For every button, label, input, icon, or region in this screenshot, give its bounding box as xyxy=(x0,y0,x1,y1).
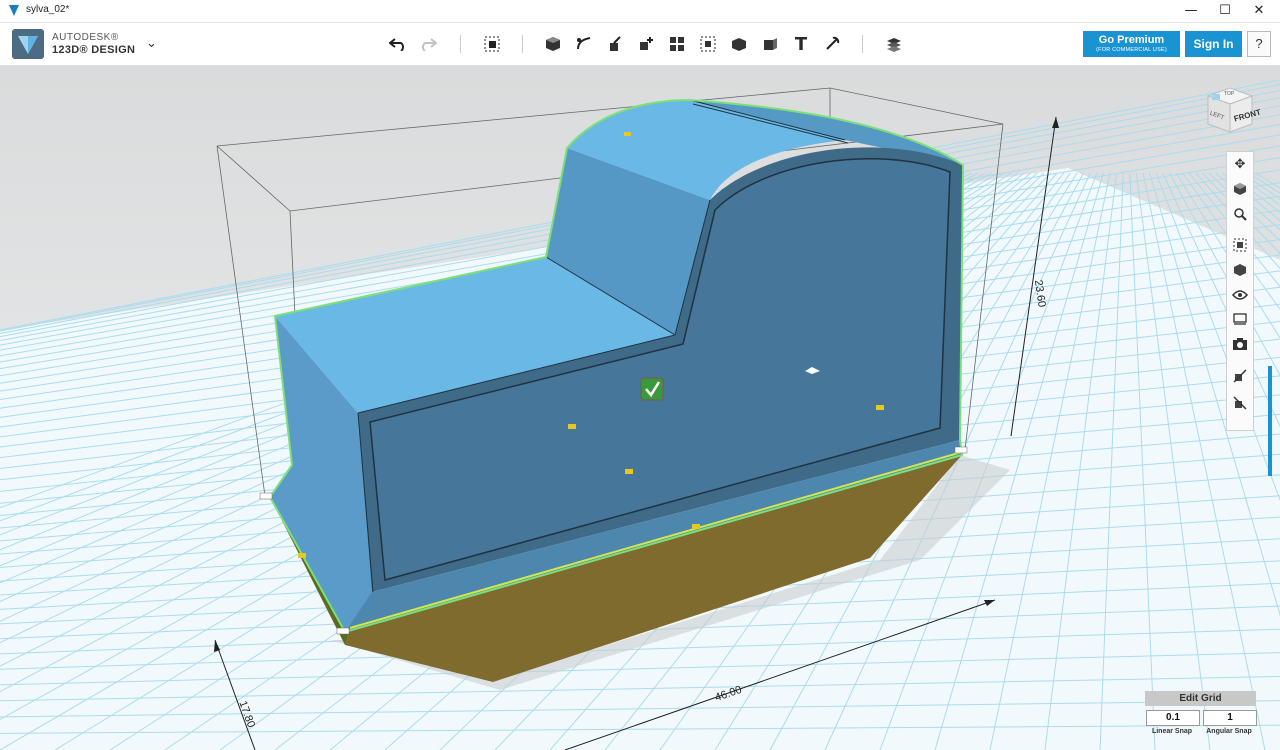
go-premium-label: Go Premium xyxy=(1098,34,1165,46)
fit-icon[interactable] xyxy=(1227,234,1253,256)
app-menu-chevron-icon[interactable]: ⌄ xyxy=(146,35,157,51)
confirm-check-icon[interactable] xyxy=(640,377,664,401)
window-title: sylva_02* xyxy=(26,4,70,15)
redo-icon[interactable] xyxy=(416,32,440,56)
close-button[interactable]: ✕ xyxy=(1242,0,1276,22)
edit-grid-button[interactable]: Edit Grid xyxy=(1145,691,1256,706)
primitives-icon[interactable] xyxy=(541,32,565,56)
toolbar-separator xyxy=(460,35,461,53)
go-premium-sublabel: (FOR COMMERCIAL USE) xyxy=(1096,47,1167,53)
text-icon[interactable]: T xyxy=(789,32,813,56)
main-toolbar: AUTODESK® 123D® DESIGN ⌄ T Go Premium (F… xyxy=(0,23,1280,66)
navigation-bar: ✥ xyxy=(1226,151,1254,431)
app-small-logo-icon xyxy=(9,5,19,16)
linear-snap-label: Linear Snap xyxy=(1151,728,1193,735)
modify-icon[interactable] xyxy=(634,32,658,56)
transform-icon[interactable] xyxy=(480,32,504,56)
brand-product: 123D® DESIGN xyxy=(52,44,136,56)
view-cube[interactable]: FRONT LEFT TOP xyxy=(1200,80,1260,138)
3d-viewport[interactable]: 23.60 46.00 17.80 FRONT LEFT TOP ✥ Edit … xyxy=(0,66,1280,750)
go-premium-button[interactable]: Go Premium (FOR COMMERCIAL USE) xyxy=(1083,31,1180,57)
minimize-button[interactable]: — xyxy=(1174,0,1208,22)
pattern-icon[interactable] xyxy=(665,32,689,56)
grid-settings-panel: Edit Grid 0.1 1 Linear Snap Angular Snap xyxy=(1144,690,1258,746)
visibility-icon[interactable] xyxy=(1227,284,1253,306)
toolbar-separator xyxy=(522,35,523,53)
maximize-button[interactable]: ☐ xyxy=(1208,0,1242,22)
viewcube-corner-highlight xyxy=(1212,94,1220,100)
hide-icon[interactable] xyxy=(1227,392,1253,414)
snap-grid-icon[interactable] xyxy=(1227,365,1253,387)
panel-toggle-handle[interactable] xyxy=(1268,366,1272,476)
sketch-icon[interactable] xyxy=(572,32,596,56)
undo-icon[interactable] xyxy=(386,32,410,56)
orbit-icon[interactable] xyxy=(1227,178,1253,200)
help-button[interactable]: ? xyxy=(1247,31,1271,57)
title-bar: sylva_02* — ☐ ✕ xyxy=(0,0,1280,23)
construct-icon[interactable] xyxy=(603,32,627,56)
sign-in-button[interactable]: Sign In xyxy=(1185,31,1242,57)
scene-canvas: 23.60 46.00 17.80 xyxy=(0,66,1280,750)
angular-snap-label: Angular Snap xyxy=(1206,728,1252,735)
view-icon[interactable] xyxy=(1227,259,1253,281)
angular-snap-input[interactable]: 1 xyxy=(1203,710,1257,726)
snap-icon[interactable] xyxy=(820,32,844,56)
camera-icon[interactable] xyxy=(1227,333,1253,355)
brand-company: AUTODESK® xyxy=(52,32,119,43)
zoom-icon[interactable] xyxy=(1227,203,1253,225)
pan-icon[interactable]: ✥ xyxy=(1227,154,1253,176)
app-logo-icon[interactable] xyxy=(12,29,44,59)
viewcube-top-label: TOP xyxy=(1224,91,1235,97)
linear-snap-input[interactable]: 0.1 xyxy=(1146,710,1200,726)
combine-icon[interactable] xyxy=(727,32,751,56)
measure-icon[interactable] xyxy=(758,32,782,56)
toolbar-separator xyxy=(862,35,863,53)
grouping-icon[interactable] xyxy=(696,32,720,56)
material-icon[interactable] xyxy=(882,32,906,56)
materials-outline-icon[interactable] xyxy=(1227,308,1253,330)
